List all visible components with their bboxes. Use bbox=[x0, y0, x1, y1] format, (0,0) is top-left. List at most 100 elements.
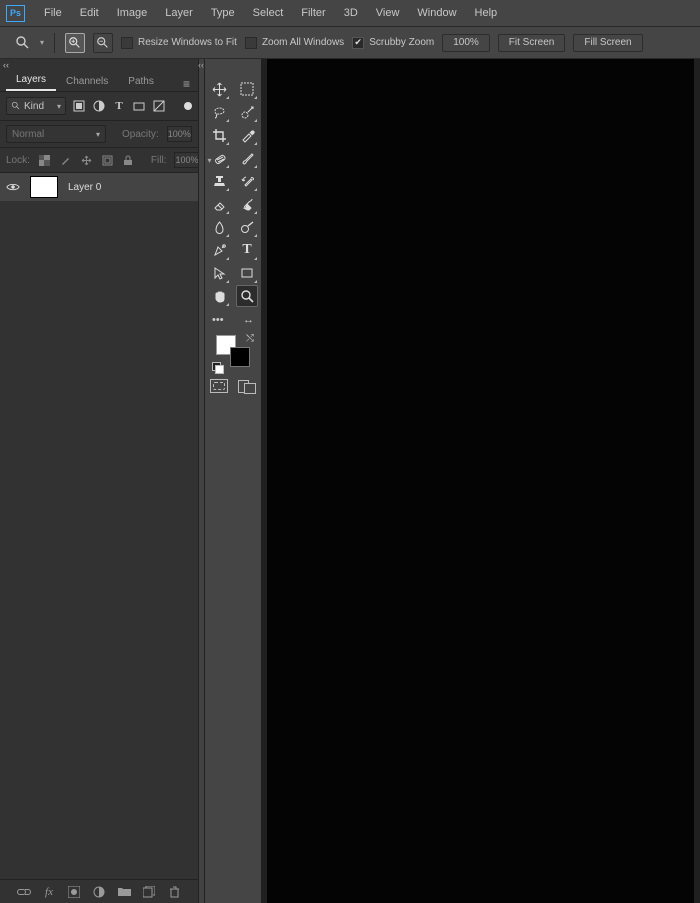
app-logo[interactable]: Ps bbox=[6, 5, 25, 22]
blur-tool[interactable] bbox=[208, 216, 230, 238]
shape-tool[interactable] bbox=[236, 262, 258, 284]
menu-3d[interactable]: 3D bbox=[335, 0, 367, 27]
path-select-tool[interactable] bbox=[208, 262, 230, 284]
filter-pixel-icon[interactable] bbox=[72, 99, 86, 113]
checkbox-icon bbox=[121, 37, 133, 49]
scrubby-zoom-checkbox[interactable]: Scrubby Zoom bbox=[352, 37, 434, 49]
adjustment-layer-icon[interactable] bbox=[92, 885, 106, 899]
menu-layer[interactable]: Layer bbox=[156, 0, 202, 27]
scrubby-zoom-label: Scrubby Zoom bbox=[369, 37, 434, 48]
filter-adjust-icon[interactable] bbox=[92, 99, 106, 113]
opacity-label: Opacity: bbox=[122, 129, 159, 140]
filter-type-icon[interactable]: T bbox=[112, 99, 126, 113]
canvas-area bbox=[261, 59, 700, 903]
fill-screen-button[interactable]: Fill Screen bbox=[573, 34, 642, 52]
tools-tab-handle[interactable] bbox=[205, 62, 261, 76]
default-colors-icon[interactable] bbox=[212, 362, 223, 373]
tool-preset-icon[interactable] bbox=[14, 34, 32, 52]
panel-resize-handle[interactable]: ‹‹ bbox=[198, 59, 205, 903]
filter-kind-label: Kind bbox=[24, 101, 44, 112]
filter-icons: T bbox=[72, 99, 166, 113]
layer-thumbnail[interactable] bbox=[30, 176, 58, 198]
resize-windows-label: Resize Windows to Fit bbox=[138, 37, 237, 48]
filter-toggle[interactable] bbox=[184, 102, 192, 110]
layers-panel-footer: fx bbox=[0, 879, 198, 903]
layers-panel: ‹‹ Layers Channels Paths ≡ Kind ▾ T bbox=[0, 59, 198, 903]
zoom-tool[interactable] bbox=[236, 285, 258, 307]
tab-channels[interactable]: Channels bbox=[56, 72, 118, 91]
layer-name[interactable]: Layer 0 bbox=[68, 182, 101, 193]
lasso-tool[interactable] bbox=[208, 101, 230, 123]
menu-image[interactable]: Image bbox=[108, 0, 157, 27]
tab-paths[interactable]: Paths bbox=[118, 72, 164, 91]
zoom-100-button[interactable]: 100% bbox=[442, 34, 490, 52]
new-layer-icon[interactable] bbox=[142, 885, 156, 899]
zoom-out-button[interactable] bbox=[93, 33, 113, 53]
quick-select-tool[interactable] bbox=[236, 101, 258, 123]
menu-edit[interactable]: Edit bbox=[71, 0, 108, 27]
edit-toolbar-icon[interactable]: ••• bbox=[212, 314, 224, 326]
layer-list[interactable]: Layer 0 bbox=[0, 173, 198, 879]
layer-item[interactable]: Layer 0 bbox=[0, 173, 198, 201]
menu-select[interactable]: Select bbox=[244, 0, 293, 27]
gradient-tool[interactable] bbox=[236, 193, 258, 215]
layer-fx-icon[interactable]: fx bbox=[42, 885, 56, 899]
menu-bar: Ps File Edit Image Layer Type Select Fil… bbox=[0, 0, 700, 27]
menu-view[interactable]: View bbox=[367, 0, 409, 27]
spot-heal-tool[interactable] bbox=[208, 147, 230, 169]
checkbox-checked-icon bbox=[352, 37, 364, 49]
toggle-toolbar-icon[interactable]: ↔ bbox=[243, 314, 254, 326]
marquee-tool[interactable] bbox=[236, 78, 258, 100]
filter-smart-icon[interactable] bbox=[152, 99, 166, 113]
zoom-in-button[interactable] bbox=[65, 33, 85, 53]
lock-pixels-icon[interactable] bbox=[59, 154, 72, 167]
layer-visibility-icon[interactable] bbox=[6, 180, 20, 194]
eraser-tool[interactable] bbox=[208, 193, 230, 215]
filter-kind-dropdown[interactable]: Kind ▾ bbox=[6, 97, 66, 115]
hand-tool[interactable] bbox=[208, 285, 230, 307]
dodge-tool[interactable] bbox=[236, 216, 258, 238]
menu-filter[interactable]: Filter bbox=[292, 0, 334, 27]
opacity-field[interactable]: 100% bbox=[167, 126, 192, 142]
menu-window[interactable]: Window bbox=[408, 0, 465, 27]
menu-type[interactable]: Type bbox=[202, 0, 244, 27]
panel-tabs: Layers Channels Paths ≡ bbox=[0, 70, 198, 92]
tool-preset-dropdown[interactable]: ▾ bbox=[40, 38, 44, 47]
blend-mode-dropdown[interactable]: Normal▾ bbox=[6, 125, 106, 143]
lock-transparent-icon[interactable] bbox=[38, 154, 51, 167]
lock-all-icon[interactable] bbox=[122, 154, 135, 167]
layer-mask-icon[interactable] bbox=[67, 885, 81, 899]
crop-tool[interactable] bbox=[208, 124, 230, 146]
lock-row: Lock: Fill: 100% ▾ bbox=[0, 148, 198, 173]
zoom-all-checkbox[interactable]: Zoom All Windows bbox=[245, 37, 344, 49]
lock-artboard-icon[interactable] bbox=[101, 154, 114, 167]
menu-help[interactable]: Help bbox=[466, 0, 507, 27]
move-tool[interactable] bbox=[208, 78, 230, 100]
resize-windows-checkbox[interactable]: Resize Windows to Fit bbox=[121, 37, 237, 49]
document-canvas[interactable] bbox=[267, 59, 694, 903]
background-color[interactable] bbox=[230, 347, 250, 367]
swap-colors-icon[interactable]: ⤭ bbox=[246, 333, 254, 344]
panel-menu-icon[interactable]: ≡ bbox=[183, 77, 192, 91]
type-tool[interactable]: T bbox=[236, 239, 258, 261]
fit-screen-button[interactable]: Fit Screen bbox=[498, 34, 566, 52]
filter-shape-icon[interactable] bbox=[132, 99, 146, 113]
link-layers-icon[interactable] bbox=[17, 885, 31, 899]
brush-tool[interactable] bbox=[236, 147, 258, 169]
menu-file[interactable]: File bbox=[35, 0, 71, 27]
screen-mode-icon[interactable] bbox=[238, 379, 256, 393]
history-brush-tool[interactable] bbox=[236, 170, 258, 192]
group-icon[interactable] bbox=[117, 885, 131, 899]
eyedropper-tool[interactable] bbox=[236, 124, 258, 146]
quick-mask-icon[interactable] bbox=[210, 379, 228, 393]
mask-mode-row bbox=[210, 379, 256, 393]
clone-stamp-tool[interactable] bbox=[208, 170, 230, 192]
lock-position-icon[interactable] bbox=[80, 154, 93, 167]
trash-icon[interactable] bbox=[167, 885, 181, 899]
panel-collapse-handle[interactable]: ‹‹ bbox=[0, 59, 198, 70]
edit-toolbar-row: ••• ↔ bbox=[210, 311, 256, 329]
pen-tool[interactable] bbox=[208, 239, 230, 261]
collapse-icon[interactable]: ‹‹ bbox=[198, 60, 204, 70]
tab-layers[interactable]: Layers bbox=[6, 70, 56, 91]
fill-field[interactable]: 100% bbox=[174, 152, 199, 168]
